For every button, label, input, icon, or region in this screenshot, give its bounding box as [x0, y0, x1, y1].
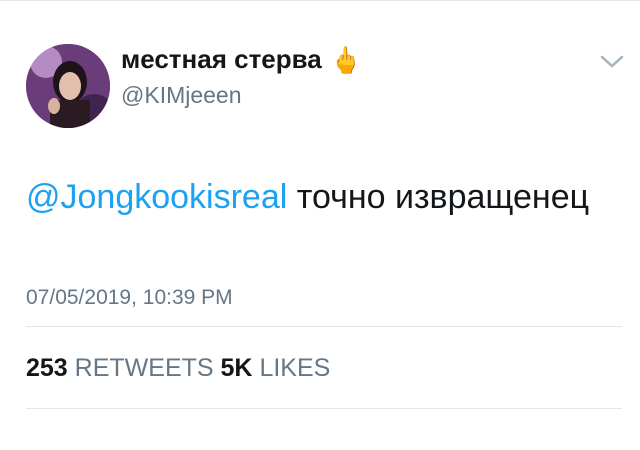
display-name[interactable]: местная стерва 🖕: [121, 44, 362, 75]
tweet-text: @Jongkookisreal точно извращенец: [26, 170, 606, 225]
retweets-count: 253: [26, 354, 68, 382]
avatar-image: [26, 44, 110, 128]
likes-count: 5K: [220, 354, 253, 382]
tweet-stats: 253 RETWEETS 5K LIKES: [26, 354, 330, 383]
avatar[interactable]: [26, 44, 110, 128]
divider: [26, 326, 622, 327]
tweet-card: местная стерва 🖕 @KIMjeeen @Jongkookisre…: [0, 0, 640, 450]
display-name-text: местная стерва: [121, 44, 322, 74]
top-divider: [0, 0, 640, 1]
user-handle[interactable]: @KIMjeeen: [121, 82, 242, 109]
middle-finger-emoji-icon: 🖕: [329, 44, 363, 75]
retweets-stat[interactable]: 253 RETWEETS: [26, 354, 214, 382]
retweets-label: RETWEETS: [74, 354, 214, 382]
likes-stat[interactable]: 5K LIKES: [221, 354, 331, 382]
mention-link[interactable]: @Jongkookisreal: [26, 178, 287, 216]
timestamp[interactable]: 07/05/2019, 10:39 PM: [26, 286, 233, 310]
tweet-body-text: точно извращенец: [287, 178, 590, 216]
likes-label: LIKES: [259, 354, 331, 382]
divider: [26, 408, 622, 409]
chevron-down-icon[interactable]: [597, 52, 627, 72]
